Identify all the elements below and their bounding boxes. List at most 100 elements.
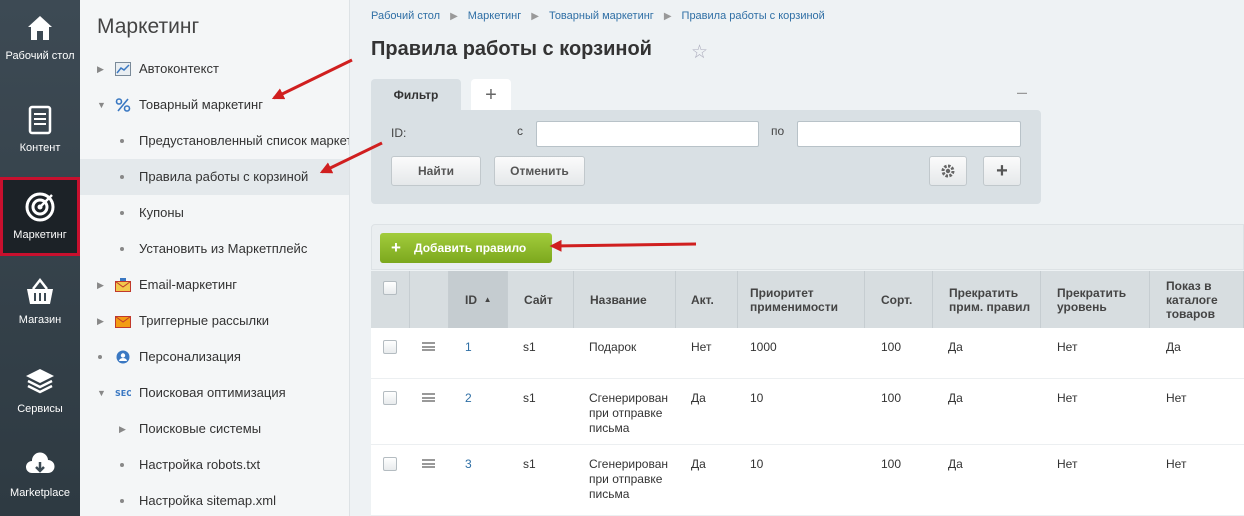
rail-item-label: Контент bbox=[19, 142, 61, 154]
chevron-right-icon: ▶ bbox=[531, 11, 539, 22]
tab-filter[interactable]: Фильтр bbox=[371, 79, 461, 111]
sidebar-item-seo[interactable]: ▼ SEO Поисковая оптимизация bbox=[80, 375, 349, 411]
sidebar-item-install-marketplace[interactable]: Установить из Маркетплейс bbox=[80, 231, 349, 267]
rail-item-shop[interactable]: Магазин bbox=[0, 276, 80, 358]
rail-item-marketplace[interactable]: Marketplace bbox=[0, 449, 80, 516]
id-from-input[interactable] bbox=[536, 121, 759, 147]
cell-priority: 1000 bbox=[750, 340, 777, 354]
cell-stop-level: Нет bbox=[1057, 457, 1078, 471]
chevron-right-icon[interactable]: ▶ bbox=[119, 411, 126, 447]
rail-item-label: Магазин bbox=[18, 314, 62, 326]
column-header-name[interactable]: Название bbox=[574, 271, 676, 328]
rail-item-marketing[interactable]: Маркетинг bbox=[0, 177, 80, 256]
column-header-stop-level[interactable]: Прекратить уровень bbox=[1041, 271, 1150, 328]
rule-id-link[interactable]: 3 bbox=[465, 457, 472, 472]
menu-icon[interactable] bbox=[422, 342, 435, 351]
gear-icon bbox=[941, 164, 955, 178]
add-rule-button[interactable]: + Добавить правило bbox=[380, 233, 552, 263]
bullet-icon bbox=[120, 499, 124, 503]
rail-item-desktop[interactable]: Рабочий стол bbox=[0, 12, 80, 94]
sidebar-item-label: Автоконтекст bbox=[139, 61, 219, 76]
cell-sort: 100 bbox=[881, 457, 902, 471]
column-header-stop-rules[interactable]: Прекратить прим. правил bbox=[933, 271, 1041, 328]
cell-active: Да bbox=[691, 457, 706, 471]
column-header-site[interactable]: Сайт bbox=[508, 271, 574, 328]
column-header-label: Приоритет применимости bbox=[750, 285, 838, 314]
percent-icon bbox=[115, 98, 131, 112]
sidebar-item-autocontext[interactable]: ▶ Автоконтекст bbox=[80, 51, 349, 87]
column-header-label: ID bbox=[465, 292, 477, 307]
plus-icon: + bbox=[391, 238, 401, 257]
cell-site: s1 bbox=[523, 457, 536, 471]
sidebar-item-robots[interactable]: Настройка robots.txt bbox=[80, 447, 349, 483]
sidebar-item-cart-rules[interactable]: Правила работы с корзиной bbox=[80, 159, 349, 195]
column-header-label: Прекратить уровень bbox=[1057, 285, 1127, 314]
sidebar-item-label: Поисковые системы bbox=[139, 421, 262, 436]
cell-priority: 10 bbox=[750, 457, 764, 471]
collapse-filter-icon[interactable]: – bbox=[1017, 82, 1027, 103]
find-button[interactable]: Найти bbox=[391, 156, 481, 186]
cell-active: Нет bbox=[691, 340, 712, 354]
table-row[interactable]: 3 s1 Сгенерирован при отправке письма Да… bbox=[371, 445, 1244, 516]
sidebar-item-label: Email-маркетинг bbox=[139, 277, 238, 292]
mail-icon bbox=[115, 278, 131, 292]
column-header-label: Сорт. bbox=[881, 292, 913, 307]
id-to-input[interactable] bbox=[797, 121, 1021, 147]
chevron-right-icon: ▶ bbox=[450, 11, 458, 22]
rail-item-label: Рабочий стол bbox=[5, 50, 75, 62]
column-header-id[interactable]: ID ▲ bbox=[449, 271, 508, 328]
sidebar-item-coupons[interactable]: Купоны bbox=[80, 195, 349, 231]
cancel-button[interactable]: Отменить bbox=[494, 156, 585, 186]
row-checkbox[interactable] bbox=[383, 340, 397, 354]
sidebar-item-personalization[interactable]: Персонализация bbox=[80, 339, 349, 375]
rule-id-link[interactable]: 1 bbox=[465, 340, 472, 355]
breadcrumb-link[interactable]: Рабочий стол bbox=[371, 10, 440, 22]
sidebar-item-product-marketing[interactable]: ▼ Товарный маркетинг bbox=[80, 87, 349, 123]
star-icon[interactable]: ☆ bbox=[691, 41, 708, 64]
sidebar-item-label: Персонализация bbox=[139, 349, 241, 364]
sidebar-item-preset-list[interactable]: Предустановленный список маркет bbox=[80, 123, 350, 159]
column-header-label: Прекратить прим. правил bbox=[949, 285, 1031, 314]
column-header-sort[interactable]: Сорт. bbox=[865, 271, 933, 328]
add-filter-tab-button[interactable]: + bbox=[471, 79, 511, 111]
column-header-priority[interactable]: Приоритет применимости bbox=[738, 271, 865, 328]
chevron-down-icon[interactable]: ▼ bbox=[97, 375, 106, 411]
bullet-icon bbox=[120, 139, 124, 143]
rail-item-content[interactable]: Контент bbox=[0, 104, 80, 186]
sidebar-item-trigger-mailings[interactable]: ▶ Триггерные рассылки bbox=[80, 303, 349, 339]
table-row[interactable]: 2 s1 Сгенерирован при отправке письма Да… bbox=[371, 379, 1244, 445]
breadcrumb-link[interactable]: Маркетинг bbox=[468, 10, 521, 22]
add-filter-field-button[interactable]: + bbox=[983, 156, 1021, 186]
table-row[interactable]: 1 s1 Подарок Нет 1000 100 Да Нет Да bbox=[371, 328, 1244, 379]
menu-icon[interactable] bbox=[422, 393, 435, 402]
chevron-right-icon[interactable]: ▶ bbox=[97, 51, 104, 87]
filter-settings-button[interactable] bbox=[929, 156, 967, 186]
menu-icon[interactable] bbox=[422, 459, 435, 468]
cell-stop-rules: Да bbox=[948, 340, 963, 354]
rail-item-services[interactable]: Сервисы bbox=[0, 365, 80, 447]
row-checkbox[interactable] bbox=[383, 457, 397, 471]
chevron-right-icon: ▶ bbox=[663, 11, 672, 22]
sidebar-item-sitemap[interactable]: Настройка sitemap.xml bbox=[80, 483, 349, 516]
column-header-active[interactable]: Акт. bbox=[676, 271, 738, 328]
column-header-catalog[interactable]: Показ в каталоге товаров bbox=[1150, 271, 1244, 328]
select-all-checkbox[interactable] bbox=[383, 281, 397, 295]
rail-item-label: Marketplace bbox=[10, 487, 70, 499]
breadcrumb-link[interactable]: Правила работы с корзиной bbox=[682, 10, 825, 22]
cell-site: s1 bbox=[523, 391, 536, 405]
row-checkbox[interactable] bbox=[383, 391, 397, 405]
list-toolbar: + Добавить правило bbox=[371, 224, 1244, 270]
chart-icon bbox=[115, 62, 131, 76]
breadcrumb-link[interactable]: Товарный маркетинг bbox=[549, 10, 654, 22]
rule-id-link[interactable]: 2 bbox=[465, 391, 472, 406]
sidebar-item-label: Предустановленный список маркет bbox=[139, 133, 350, 148]
cell-priority: 10 bbox=[750, 391, 764, 405]
bullet-icon bbox=[98, 355, 102, 359]
document-icon bbox=[28, 105, 52, 135]
page-title: Правила работы с корзиной bbox=[371, 38, 652, 60]
sidebar-item-email-marketing[interactable]: ▶ Email-маркетинг bbox=[80, 267, 349, 303]
chevron-right-icon[interactable]: ▶ bbox=[97, 303, 104, 339]
sidebar-item-search-engines[interactable]: ▶ Поисковые системы bbox=[80, 411, 349, 447]
chevron-down-icon[interactable]: ▼ bbox=[97, 87, 106, 123]
chevron-right-icon[interactable]: ▶ bbox=[97, 267, 104, 303]
